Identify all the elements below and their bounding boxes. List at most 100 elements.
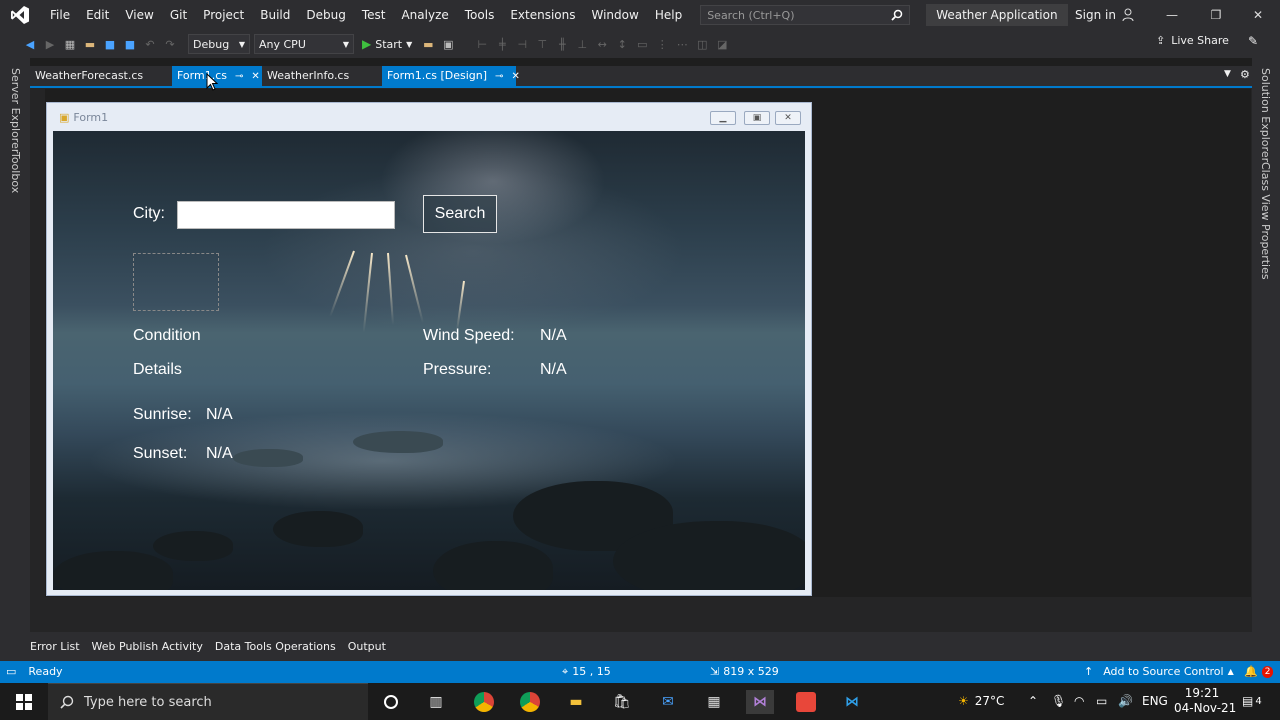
taskbar-search-input[interactable]: Type here to search — [48, 683, 368, 720]
add-to-source-control-button[interactable]: ↑ Add to Source Control ▲ — [1084, 661, 1234, 683]
menu-build[interactable]: Build — [252, 0, 298, 30]
menu-edit[interactable]: Edit — [78, 0, 117, 30]
align-left-icon[interactable]: ⊢ — [474, 36, 490, 52]
language-indicator[interactable]: ENG — [1142, 683, 1168, 720]
pin-icon[interactable]: ⊸ — [495, 71, 503, 82]
align-center-icon[interactable]: ╪ — [494, 36, 510, 52]
toolbox-icon[interactable]: ▣ — [440, 36, 456, 52]
horizontal-spacing-icon[interactable]: ⋮ — [654, 36, 670, 52]
menu-tools[interactable]: Tools — [457, 0, 503, 30]
make-same-size-icon[interactable]: ▭ — [634, 36, 650, 52]
platform-dropdown[interactable]: Any CPU ▼ — [254, 34, 354, 54]
start-button[interactable]: ▶ Start ▼ — [358, 37, 416, 51]
sign-in-button[interactable]: Sign in — [1075, 0, 1136, 30]
menu-test[interactable]: Test — [354, 0, 394, 30]
align-top-icon[interactable]: ⊤ — [534, 36, 550, 52]
save-all-icon[interactable]: ■ — [122, 36, 138, 52]
vertical-spacing-icon[interactable]: ⋯ — [674, 36, 690, 52]
menu-file[interactable]: File — [42, 0, 78, 30]
file-explorer-icon[interactable]: ▬ — [564, 690, 588, 714]
menu-git[interactable]: Git — [162, 0, 195, 30]
windows-start-icon[interactable] — [12, 690, 36, 714]
form-titlebar: ▣ Form1 — [59, 111, 108, 124]
solution-explorer-tab[interactable]: Solution Explorer — [1259, 68, 1272, 162]
notifications-button[interactable]: 🔔 2 — [1244, 661, 1274, 683]
user-icon — [1122, 8, 1134, 22]
configuration-dropdown[interactable]: Debug ▼ — [188, 34, 250, 54]
data-tools-tab[interactable]: Data Tools Operations — [215, 640, 336, 653]
make-same-height-icon[interactable]: ↕ — [614, 36, 630, 52]
form-minimize-button[interactable]: ▁ — [710, 111, 736, 125]
send-to-back-icon[interactable]: ◪ — [714, 36, 730, 52]
menu-extensions[interactable]: Extensions — [502, 0, 583, 30]
task-view-icon[interactable]: ▥ — [424, 690, 448, 714]
live-share-button[interactable]: ⇪ Live Share — [1156, 34, 1229, 47]
settings-gear-icon[interactable]: ⚙ — [1240, 68, 1250, 81]
menu-help[interactable]: Help — [647, 0, 690, 30]
sunset-label: Sunset: — [133, 445, 188, 462]
maximize-button[interactable]: ❐ — [1194, 0, 1238, 30]
lightning-bolt — [456, 280, 465, 331]
menu-debug[interactable]: Debug — [298, 0, 353, 30]
form-maximize-button[interactable]: ▣ — [744, 111, 770, 125]
status-size-text: 819 x 529 — [723, 665, 779, 678]
align-bottom-icon[interactable]: ⊥ — [574, 36, 590, 52]
city-input[interactable] — [177, 201, 395, 229]
tab-form1-design[interactable]: Form1.cs [Design] ⊸ ✕ — [382, 66, 520, 86]
show-hidden-icons-icon[interactable]: ⌃ — [1028, 683, 1038, 720]
close-tab-icon[interactable]: ✕ — [511, 71, 519, 82]
menu-analyze[interactable]: Analyze — [393, 0, 456, 30]
tab-weatherforecast[interactable]: WeatherForecast.cs — [30, 66, 168, 86]
close-button[interactable]: ✕ — [1236, 0, 1280, 30]
tab-overflow-dropdown-icon[interactable]: ▼ — [1224, 69, 1231, 79]
volume-icon[interactable]: 🔊 — [1118, 683, 1133, 720]
menu-window[interactable]: Window — [584, 0, 647, 30]
menu-project[interactable]: Project — [195, 0, 252, 30]
class-view-tab[interactable]: Class View — [1259, 162, 1272, 221]
make-same-width-icon[interactable]: ↔ — [594, 36, 610, 52]
pin-icon[interactable]: ⊸ — [235, 71, 243, 82]
microphone-icon[interactable]: 🎙 — [1051, 683, 1066, 720]
bring-to-front-icon[interactable]: ◫ — [694, 36, 710, 52]
wifi-icon[interactable]: ◠ — [1074, 683, 1084, 720]
toolbox-tab[interactable]: Toolbox — [9, 152, 22, 193]
toolbar: ◀ ▶ ▦ ▬ ■ ■ ↶ ↷ Debug ▼ Any CPU ▼ ▶ Star… — [0, 30, 1280, 58]
server-explorer-tab[interactable]: Server Explorer — [9, 68, 22, 153]
browse-icon[interactable]: ▬ — [420, 36, 436, 52]
output-tab[interactable]: Output — [348, 640, 386, 653]
feedback-icon[interactable]: ✎ — [1248, 34, 1258, 48]
forward-icon[interactable]: ▶ — [42, 36, 58, 52]
chrome-icon[interactable] — [472, 690, 496, 714]
battery-icon[interactable]: ▭ — [1096, 683, 1107, 720]
new-project-icon[interactable]: ▦ — [62, 36, 78, 52]
minimize-button[interactable]: — — [1150, 0, 1194, 30]
search-input[interactable]: Search (Ctrl+Q) — [700, 5, 911, 25]
save-icon[interactable]: ■ — [102, 36, 118, 52]
vscode-icon[interactable]: ⋈ — [840, 690, 864, 714]
align-middle-icon[interactable]: ╫ — [554, 36, 570, 52]
clock[interactable]: 19:21 04-Nov-21 — [1174, 683, 1236, 716]
web-publish-tab[interactable]: Web Publish Activity — [92, 640, 203, 653]
weather-widget[interactable]: ☀ 27°C — [958, 683, 1004, 720]
calculator-icon[interactable]: ▦ — [702, 690, 726, 714]
redo-icon[interactable]: ↷ — [162, 36, 178, 52]
mail-icon[interactable]: ✉ — [656, 690, 680, 714]
back-icon[interactable]: ◀ — [22, 36, 38, 52]
visual-studio-taskbar-icon[interactable]: ⋈ — [746, 690, 774, 714]
action-center-button[interactable]: ▤ 4 — [1242, 683, 1262, 720]
form1-window[interactable]: ▣ Form1 ▁ ▣ ✕ City: Search Condition Det… — [46, 102, 812, 596]
close-tab-icon[interactable]: ✕ — [251, 71, 259, 82]
tab-weatherinfo[interactable]: WeatherInfo.cs — [262, 66, 380, 86]
properties-tab[interactable]: Properties — [1259, 224, 1272, 280]
menu-view[interactable]: View — [117, 0, 161, 30]
form-close-button[interactable]: ✕ — [775, 111, 801, 125]
store-icon[interactable]: 🛍 — [610, 690, 634, 714]
chrome-profile-icon[interactable] — [518, 690, 542, 714]
red-app-icon[interactable] — [794, 690, 818, 714]
align-right-icon[interactable]: ⊣ — [514, 36, 530, 52]
cortana-icon[interactable] — [379, 690, 403, 714]
open-folder-icon[interactable]: ▬ — [82, 36, 98, 52]
search-button[interactable]: Search — [423, 195, 497, 233]
undo-icon[interactable]: ↶ — [142, 36, 158, 52]
error-list-tab[interactable]: Error List — [30, 640, 80, 653]
